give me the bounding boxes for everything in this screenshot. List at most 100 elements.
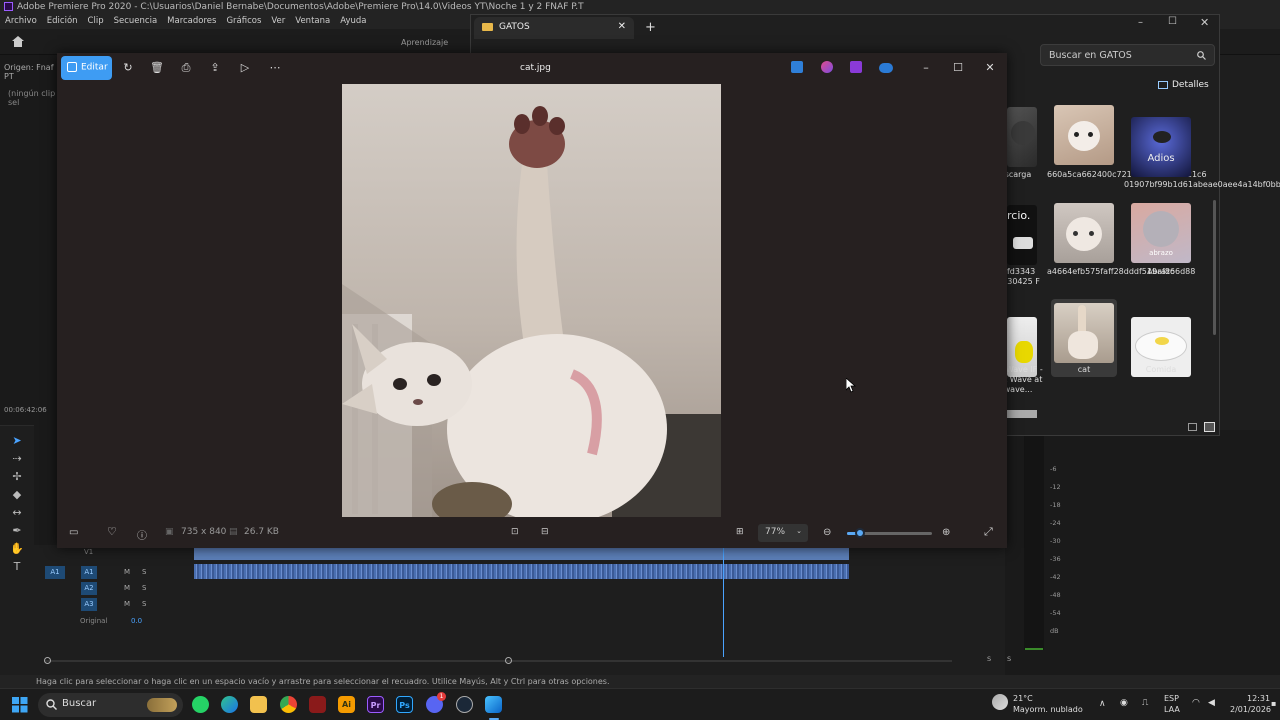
fit-to-window-icon[interactable]: ⊞ <box>736 527 744 537</box>
solo-a3-button[interactable]: S <box>142 600 146 608</box>
playhead[interactable] <box>723 545 724 657</box>
language-bottom[interactable]: LAA <box>1164 705 1180 715</box>
thumb-file-a4664[interactable] <box>1054 203 1114 263</box>
print-icon[interactable]: ⎙ <box>179 61 193 75</box>
details-button[interactable]: Detalles <box>1158 80 1209 90</box>
audio-clip-a1[interactable] <box>194 564 849 579</box>
share-icon[interactable]: ⇪ <box>208 61 222 75</box>
image-editor-icon[interactable] <box>791 61 803 73</box>
track-a3-label[interactable]: A3 <box>81 598 97 611</box>
microphone-icon[interactable]: ⎍ <box>1142 698 1148 708</box>
track-select-tool-icon[interactable]: ⇢ <box>10 452 24 466</box>
mute-a2-button[interactable]: M <box>124 584 130 592</box>
explorer-tab-gatos[interactable]: GATOS ✕ <box>474 17 634 39</box>
menu-edicion[interactable]: Edición <box>42 15 83 26</box>
rotate-icon[interactable]: ↻ <box>121 61 135 75</box>
show-hidden-icons-icon[interactable]: ∧ <box>1099 699 1106 709</box>
pen-tool-icon[interactable]: ✒ <box>10 524 24 538</box>
zoom-dropdown[interactable]: 77% ⌄ <box>758 524 808 542</box>
photos-icon[interactable] <box>485 696 502 713</box>
clock-date[interactable]: 2/01/2026 <box>1230 705 1271 715</box>
track-a1-label[interactable]: A1 <box>81 566 97 579</box>
visual-search-icon[interactable]: ⊡ <box>511 527 519 537</box>
delete-icon[interactable]: 🗑 <box>150 61 164 75</box>
file-info-icon[interactable]: ⓘ <box>137 527 147 542</box>
view-details-icon[interactable] <box>1188 423 1197 431</box>
menu-ventana[interactable]: Ventana <box>290 15 335 26</box>
illustrator-icon[interactable]: Ai <box>338 696 355 713</box>
thumb-descarga[interactable] <box>1007 107 1037 167</box>
file-label[interactable]: cat <box>1047 365 1121 375</box>
timeline-scrollbar[interactable] <box>44 660 952 662</box>
filmstrip-icon[interactable]: ▭ <box>69 527 78 538</box>
onedrive-icon[interactable] <box>879 63 893 73</box>
file-label[interactable]: Abrazo <box>1124 267 1198 277</box>
selection-tool-icon[interactable]: ➤ <box>10 434 24 448</box>
steam-icon[interactable] <box>456 696 473 713</box>
menu-secuencia[interactable]: Secuencia <box>109 15 163 26</box>
clock-time[interactable]: 12:31 <box>1247 694 1270 704</box>
solo-a1-button[interactable]: S <box>142 568 146 576</box>
maximize-icon[interactable]: ☐ <box>951 61 965 75</box>
track-a2-label[interactable]: A2 <box>81 582 97 595</box>
thumb-cat[interactable] <box>1054 303 1114 363</box>
whatsapp-icon[interactable] <box>192 696 209 713</box>
menu-marcadores[interactable]: Marcadores <box>162 15 221 26</box>
gamepad-icon[interactable]: ◉ <box>1120 698 1128 708</box>
mute-a1-button[interactable]: M <box>124 568 130 576</box>
zoom-slider[interactable] <box>847 528 932 538</box>
new-tab-icon[interactable]: + <box>645 20 656 35</box>
video-clip-v1[interactable] <box>194 548 849 560</box>
workspace-tab-aprendizaje[interactable]: Aprendizaje <box>401 38 448 47</box>
chrome-icon[interactable] <box>280 696 297 713</box>
edge-icon[interactable] <box>221 696 238 713</box>
thumb-ejercicio[interactable]: rcio. <box>1007 205 1037 265</box>
slip-tool-icon[interactable]: ↔ <box>10 506 24 520</box>
thumb-file-660a[interactable] <box>1054 105 1114 165</box>
wifi-icon[interactable]: ◠ <box>1192 698 1200 708</box>
hand-tool-icon[interactable]: ✋ <box>10 542 24 556</box>
search-icon[interactable] <box>1197 51 1206 60</box>
notification-icon[interactable]: ▪ <box>1271 699 1276 709</box>
explorer-minimize-icon[interactable]: – <box>1138 17 1143 28</box>
type-tool-icon[interactable]: T <box>10 560 24 574</box>
start-icon[interactable] <box>12 697 28 713</box>
slideshow-icon[interactable]: ▷ <box>238 61 252 75</box>
edit-button[interactable]: Editar <box>61 56 112 80</box>
clipchamp-icon[interactable] <box>850 61 862 73</box>
fullscreen-icon[interactable]: ⤢ <box>984 525 993 539</box>
meter-solo-left[interactable]: S <box>987 655 991 663</box>
tab-close-icon[interactable]: ✕ <box>618 21 626 32</box>
volume-icon[interactable]: ◀ <box>1208 698 1215 708</box>
thumb-abrazo[interactable]: abrazo <box>1131 203 1191 263</box>
file-label[interactable]: a4664efb575faff28dddf519af866d88 <box>1047 267 1195 277</box>
home-icon[interactable] <box>11 35 25 48</box>
more-options-icon[interactable]: ⋯ <box>268 61 282 75</box>
scroll-handle-left[interactable] <box>44 657 51 664</box>
source-patch-a1[interactable]: A1 <box>45 566 65 579</box>
file-label[interactable]: 660a5ca662400c7214850a00c6b721c6 <box>1047 170 1207 180</box>
explorer-search-input[interactable]: Buscar en GATOS <box>1040 44 1215 66</box>
copy-text-icon[interactable]: ⊟ <box>541 527 549 537</box>
mute-a3-button[interactable]: M <box>124 600 130 608</box>
razor-tool-icon[interactable]: ◆ <box>10 488 24 502</box>
meter-solo-right[interactable]: S <box>1007 655 1011 663</box>
file-explorer-icon[interactable] <box>250 696 267 713</box>
menu-clip[interactable]: Clip <box>83 15 109 26</box>
designer-icon[interactable] <box>821 61 833 73</box>
menu-archivo[interactable]: Archivo <box>0 15 42 26</box>
minimize-icon[interactable]: – <box>919 61 933 75</box>
zoom-out-icon[interactable]: ⊖ <box>823 527 831 538</box>
view-thumbnails-icon[interactable] <box>1204 422 1215 432</box>
menu-ver[interactable]: Ver <box>266 15 290 26</box>
scroll-handle-right[interactable] <box>505 657 512 664</box>
zoom-slider-handle[interactable] <box>854 528 865 538</box>
file-label[interactable]: 01907bf99b1d61abeae0aee4a14bf0bb <box>1124 180 1280 190</box>
photoshop-icon[interactable]: Ps <box>396 696 413 713</box>
explorer-close-icon[interactable]: ✕ <box>1200 16 1209 29</box>
menu-graficos[interactable]: Gráficos <box>221 15 266 26</box>
solo-a2-button[interactable]: S <box>142 584 146 592</box>
premiere-icon[interactable]: Pr <box>367 696 384 713</box>
weather-temp[interactable]: 21°C <box>1013 694 1033 704</box>
file-label[interactable]: Comida <box>1124 365 1198 375</box>
